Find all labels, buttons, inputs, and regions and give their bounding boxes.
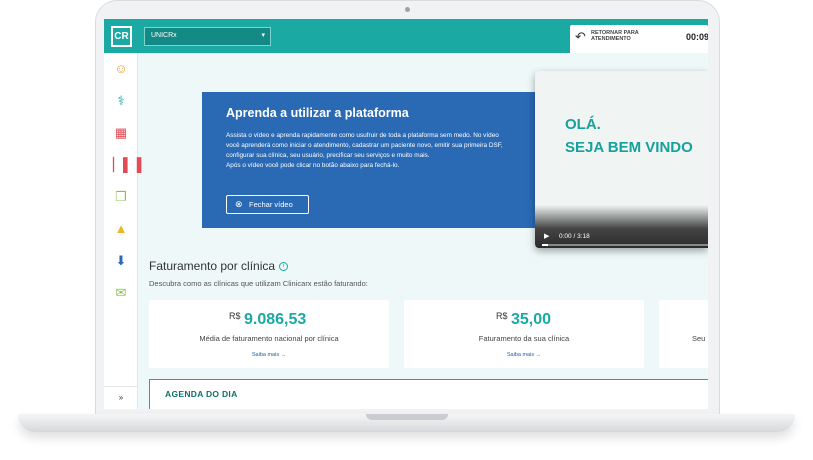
tutorial-video[interactable]: OLÁ. SEJA BEM VINDO ▶ 0:00 / 3:18 — [535, 71, 708, 248]
agenda-title: AGENDA DO DIA — [165, 389, 238, 399]
revenue-title-text: Faturamento por clínica — [149, 259, 276, 273]
return-arrow-icon[interactable]: ↶ — [575, 29, 586, 45]
sidebar-item-calendar[interactable]: ▦ — [113, 125, 129, 141]
sidebar-item-patients[interactable]: ☺ — [113, 61, 129, 77]
revenue-description: Seu — [692, 334, 706, 343]
banner-title: Aprenda a utilizar a plataforma — [226, 106, 409, 120]
camera-dot — [405, 7, 410, 12]
revenue-section-title: Faturamento por clínica i — [149, 259, 289, 273]
sidebar-item-chat[interactable]: ✉ — [113, 285, 129, 301]
documents-icon: ❐ — [115, 189, 127, 204]
info-icon[interactable]: i — [279, 262, 289, 272]
sidebar-item-attendance[interactable]: ⚕ — [113, 93, 129, 109]
video-progress-bar[interactable] — [542, 244, 708, 246]
revenue-subtitle: Descubra como as clínicas que utilizam C… — [149, 279, 368, 288]
return-to-service-button[interactable]: RETORNAR PARA ATENDIMENTO — [591, 30, 661, 42]
service-timer: 00:09 — [686, 32, 708, 42]
learn-more-link[interactable]: Saiba mais → — [149, 352, 389, 358]
sidebar-item-downloads[interactable]: ⬇ — [113, 253, 129, 269]
learn-more-link[interactable]: Saiba mais → — [404, 352, 644, 358]
sidebar: ☺ ⚕ ▦ ▏▌▐ ❐ ▲ ⬇ ✉ » — [104, 53, 141, 409]
revenue-value: 35,00 — [511, 311, 552, 328]
graduation-cap-icon: ▲ — [114, 221, 128, 236]
app-screen: CR UNICRx ▾ ↶ RETORNAR PARA ATENDIMENTO … — [104, 19, 708, 409]
stethoscope-icon: ⚕ — [117, 93, 125, 108]
revenue-card-partial: Seu — [659, 300, 708, 368]
app-logo[interactable]: CR — [111, 26, 132, 47]
revenue-value: 9.086,53 — [244, 311, 307, 328]
video-line-2: SEJA BEM VINDO — [565, 139, 693, 156]
revenue-description: Média de faturamento nacional por clínic… — [199, 334, 339, 343]
sidebar-item-documents[interactable]: ❐ — [113, 189, 129, 205]
video-time: 0:00 / 3:18 — [559, 233, 590, 240]
laptop-notch — [366, 414, 448, 420]
video-line-1: OLÁ. — [565, 116, 601, 133]
return-to-service-panel: ↶ RETORNAR PARA ATENDIMENTO 00:09 — [570, 25, 708, 53]
sidebar-collapse-toggle[interactable]: » — [104, 386, 138, 409]
video-progress-fill — [542, 244, 548, 246]
banner-text: Assista o vídeo e aprenda rapidamente co… — [226, 132, 503, 159]
clinic-select-value: UNICRx — [151, 32, 177, 39]
close-video-button[interactable]: ⊗ Fechar vídeo — [226, 195, 309, 214]
chat-icon: ✉ — [115, 285, 127, 300]
top-bar: CR UNICRx ▾ ↶ RETORNAR PARA ATENDIMENTO … — [104, 19, 708, 53]
sidebar-item-reports[interactable]: ▏▌▐ — [113, 157, 141, 173]
play-icon[interactable]: ▶ — [544, 232, 549, 240]
sidebar-item-training[interactable]: ▲ — [113, 221, 129, 237]
revenue-card-own: R$ 35,00 Faturamento da sua clínica Saib… — [404, 300, 644, 368]
currency-label: R$ — [496, 311, 508, 321]
bar-chart-icon: ▏▌▐ — [113, 157, 142, 172]
video-frame-text: OLÁ. SEJA BEM VINDO — [565, 113, 693, 159]
calendar-icon: ▦ — [114, 125, 128, 140]
close-circle-icon: ⊗ — [235, 199, 243, 209]
video-controls: ▶ 0:00 / 3:18 — [535, 205, 708, 248]
revenue-description: Faturamento da sua clínica — [478, 334, 570, 343]
chevron-down-icon: ▾ — [261, 32, 265, 39]
banner-note: Após o vídeo você pode clicar no botão a… — [226, 162, 400, 169]
tutorial-banner: Aprenda a utilizar a plataforma Assista … — [202, 92, 535, 228]
daily-agenda-panel: AGENDA DO DIA — [149, 379, 708, 409]
laptop-mockup: CR UNICRx ▾ ↶ RETORNAR PARA ATENDIMENTO … — [0, 0, 813, 460]
revenue-card-national: R$ 9.086,53 Média de faturamento naciona… — [149, 300, 389, 368]
user-icon: ☺ — [114, 61, 128, 76]
close-video-label: Fechar vídeo — [249, 200, 293, 209]
currency-label: R$ — [229, 311, 241, 321]
clinic-select[interactable]: UNICRx ▾ — [144, 27, 271, 46]
download-icon: ⬇ — [115, 253, 127, 268]
